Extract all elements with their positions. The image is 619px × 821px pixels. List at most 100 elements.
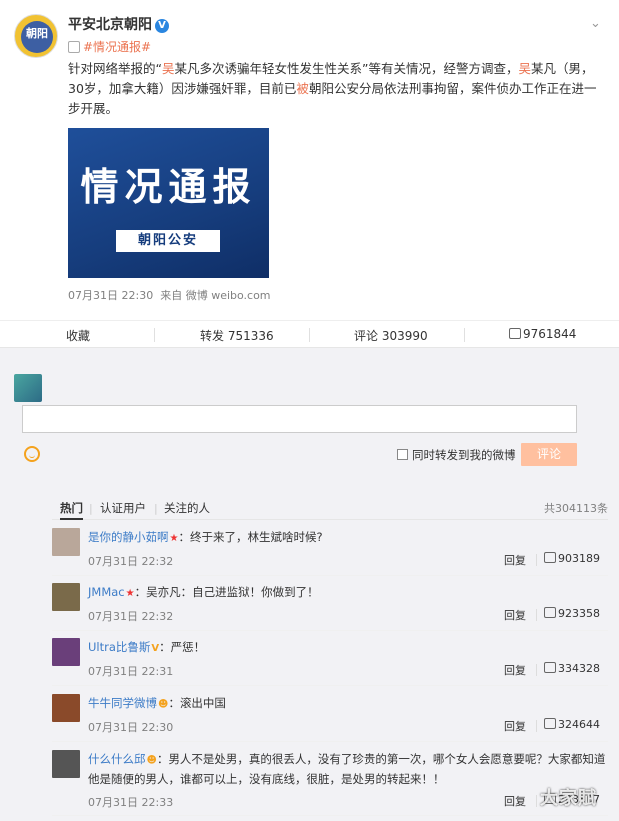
- reply-button[interactable]: 回复: [504, 718, 526, 734]
- verified-icon: V: [155, 19, 169, 33]
- image-subtitle: 朝阳公安: [116, 230, 220, 252]
- divider: [536, 664, 537, 676]
- highlight-text[interactable]: 吴: [162, 61, 175, 76]
- comment-like-count: 324644: [558, 718, 600, 731]
- comment-row: 牛牛同学微博☻：滚出中国 07月31日 22:30 回复 324644: [52, 694, 608, 742]
- comment-body: 男人不是处男，真的很丢人，没有了珍贵的第一次，哪个女人会愿意要呢？大家都知道他是…: [88, 752, 606, 786]
- tab-verified-users[interactable]: 认证用户: [100, 500, 146, 516]
- post-timestamp[interactable]: 07月31日 22:30: [68, 289, 153, 302]
- emoji-icon[interactable]: [24, 446, 40, 462]
- post-text: 针对网络举报的“吴某凡多次诱骗年轻女性发生性关系”等有关情况，经警方调查，吴某凡…: [68, 59, 608, 119]
- thumbs-up-icon: [544, 662, 556, 673]
- comment-like-count: 334328: [558, 662, 600, 675]
- comment-row: JMMac★：吴亦凡：自己进监狱！你做到了！ 07月31日 22:32 回复 9…: [52, 583, 608, 631]
- comment-body: 吴亦凡：自己进监狱！你做到了！: [146, 585, 319, 599]
- divider: [309, 328, 310, 342]
- divider: [536, 609, 537, 621]
- member-badge-icon: ★: [169, 533, 179, 544]
- reply-button[interactable]: 回复: [504, 552, 526, 568]
- comment-text: 是你的静小茹啊★：终于来了，林生斌啥时候?: [88, 528, 608, 548]
- highlight-text[interactable]: 吴: [518, 61, 531, 76]
- comment-like-count: 923358: [558, 607, 600, 620]
- commenter-name[interactable]: 什么什么邱: [88, 752, 146, 766]
- commenter-name[interactable]: 牛牛同学微博: [88, 696, 157, 710]
- post-source: 来自 微博 weibo.com: [160, 289, 271, 302]
- comment-body: 滚出中国: [179, 696, 226, 710]
- thumbs-up-icon: [544, 607, 556, 618]
- comment-body: 严惩！: [170, 640, 206, 654]
- comment-button[interactable]: 评论 303990: [354, 327, 428, 344]
- emoji-badge-icon: ☻: [146, 755, 157, 766]
- comment-like-button[interactable]: 324644: [544, 718, 600, 731]
- divider: [536, 720, 537, 732]
- tab-hot[interactable]: 热门: [60, 500, 83, 520]
- commenter-avatar[interactable]: [52, 750, 80, 778]
- thumbs-up-icon: [544, 718, 556, 729]
- comment-row: 是你的静小茹啊★：终于来了，林生斌啥时候? 07月31日 22:32 回复 90…: [52, 528, 608, 576]
- current-user-avatar[interactable]: [14, 374, 42, 402]
- topic-text[interactable]: #情况通报#: [83, 40, 151, 54]
- topic-link[interactable]: #情况通报#: [68, 38, 151, 55]
- forward-label[interactable]: 同时转发到我的微博: [412, 447, 516, 463]
- reply-button[interactable]: 回复: [504, 793, 526, 809]
- forward-checkbox[interactable]: [397, 449, 408, 460]
- post-meta: 07月31日 22:30 来自 微博 weibo.com: [68, 287, 271, 303]
- avatar-text: 朝阳: [26, 27, 48, 40]
- author-avatar[interactable]: 朝阳: [14, 14, 58, 58]
- commenter-name[interactable]: Ultra比鲁斯: [88, 640, 150, 654]
- comment-composer: 同时转发到我的微博 评论: [0, 360, 619, 475]
- commenter-avatar[interactable]: [52, 638, 80, 666]
- comment-time: 07月31日 22:32: [88, 610, 174, 623]
- comment-tabs: 热门 | 认证用户 | 关注的人 共304113条: [52, 488, 608, 520]
- post-card: 朝阳 平安北京朝阳 V ⌄ #情况通报# 针对网络举报的“吴某凡多次诱骗年轻女性发…: [0, 0, 619, 348]
- like-count: 9761844: [523, 327, 577, 341]
- commenter-avatar[interactable]: [52, 694, 80, 722]
- favorite-button[interactable]: 收藏: [66, 327, 90, 344]
- comment-text: 什么什么邱☻：男人不是处男，真的很丢人，没有了珍贵的第一次，哪个女人会愿意要呢？…: [88, 752, 606, 786]
- divider: [464, 328, 465, 342]
- topic-icon: [68, 41, 80, 53]
- comment-time: 07月31日 22:31: [88, 665, 174, 678]
- comment-like-button[interactable]: 903189: [544, 552, 600, 565]
- tab-following[interactable]: 关注的人: [164, 500, 210, 516]
- watermark-logo: 大家賦: [540, 788, 597, 809]
- tab-divider: |: [154, 502, 158, 515]
- comment-time: 07月31日 22:33: [88, 796, 174, 809]
- verified-badge-icon: V: [151, 643, 160, 654]
- comment-row: Ultra比鲁斯V：严惩！ 07月31日 22:31 回复 334328: [52, 638, 608, 686]
- repost-button[interactable]: 转发 751336: [200, 327, 274, 344]
- comment-time: 07月31日 22:32: [88, 555, 174, 568]
- action-bar: 收藏 转发 751336 评论 303990 9761844: [0, 320, 619, 348]
- author-name[interactable]: 平安北京朝阳 V: [68, 14, 169, 34]
- commenter-avatar[interactable]: [52, 583, 80, 611]
- commenter-name[interactable]: JMMac: [88, 585, 125, 599]
- text-segment: 某凡多次诱骗年轻女性发生性关系”等有关情况，经警方调查，: [174, 61, 519, 76]
- emoji-badge-icon: ☻: [158, 699, 169, 710]
- submit-comment-button[interactable]: 评论: [521, 443, 577, 466]
- like-button[interactable]: 9761844: [509, 327, 576, 341]
- comment-body: 终于来了，林生斌啥时候?: [189, 530, 323, 544]
- author-name-text[interactable]: 平安北京朝阳: [68, 17, 152, 33]
- comment-like-count: 903189: [558, 552, 600, 565]
- commenter-name[interactable]: 是你的静小茹啊: [88, 530, 169, 544]
- post-image[interactable]: 情况通报 朝阳公安: [68, 128, 269, 278]
- chevron-down-icon[interactable]: ⌄: [590, 16, 601, 31]
- comment-row: 什么什么邱☻：男人不是处男，真的很丢人，没有了珍贵的第一次，哪个女人会愿意要呢？…: [52, 750, 608, 816]
- text-segment: 针对网络举报的“: [68, 61, 162, 76]
- divider: [154, 328, 155, 342]
- comment-total: 共304113条: [544, 502, 608, 515]
- thumbs-up-icon: [509, 328, 521, 339]
- comment-text: JMMac★：吴亦凡：自己进监狱！你做到了！: [88, 583, 608, 603]
- reply-button[interactable]: 回复: [504, 607, 526, 623]
- comment-text: Ultra比鲁斯V：严惩！: [88, 638, 608, 658]
- comment-like-button[interactable]: 923358: [544, 607, 600, 620]
- comment-like-button[interactable]: 334328: [544, 662, 600, 675]
- highlight-text[interactable]: 被: [296, 81, 309, 96]
- comment-time: 07月31日 22:30: [88, 721, 174, 734]
- divider: [536, 795, 537, 807]
- reply-button[interactable]: 回复: [504, 662, 526, 678]
- commenter-avatar[interactable]: [52, 528, 80, 556]
- tab-divider: |: [89, 502, 93, 515]
- comment-input[interactable]: [22, 405, 577, 433]
- image-title: 情况通报: [80, 164, 257, 209]
